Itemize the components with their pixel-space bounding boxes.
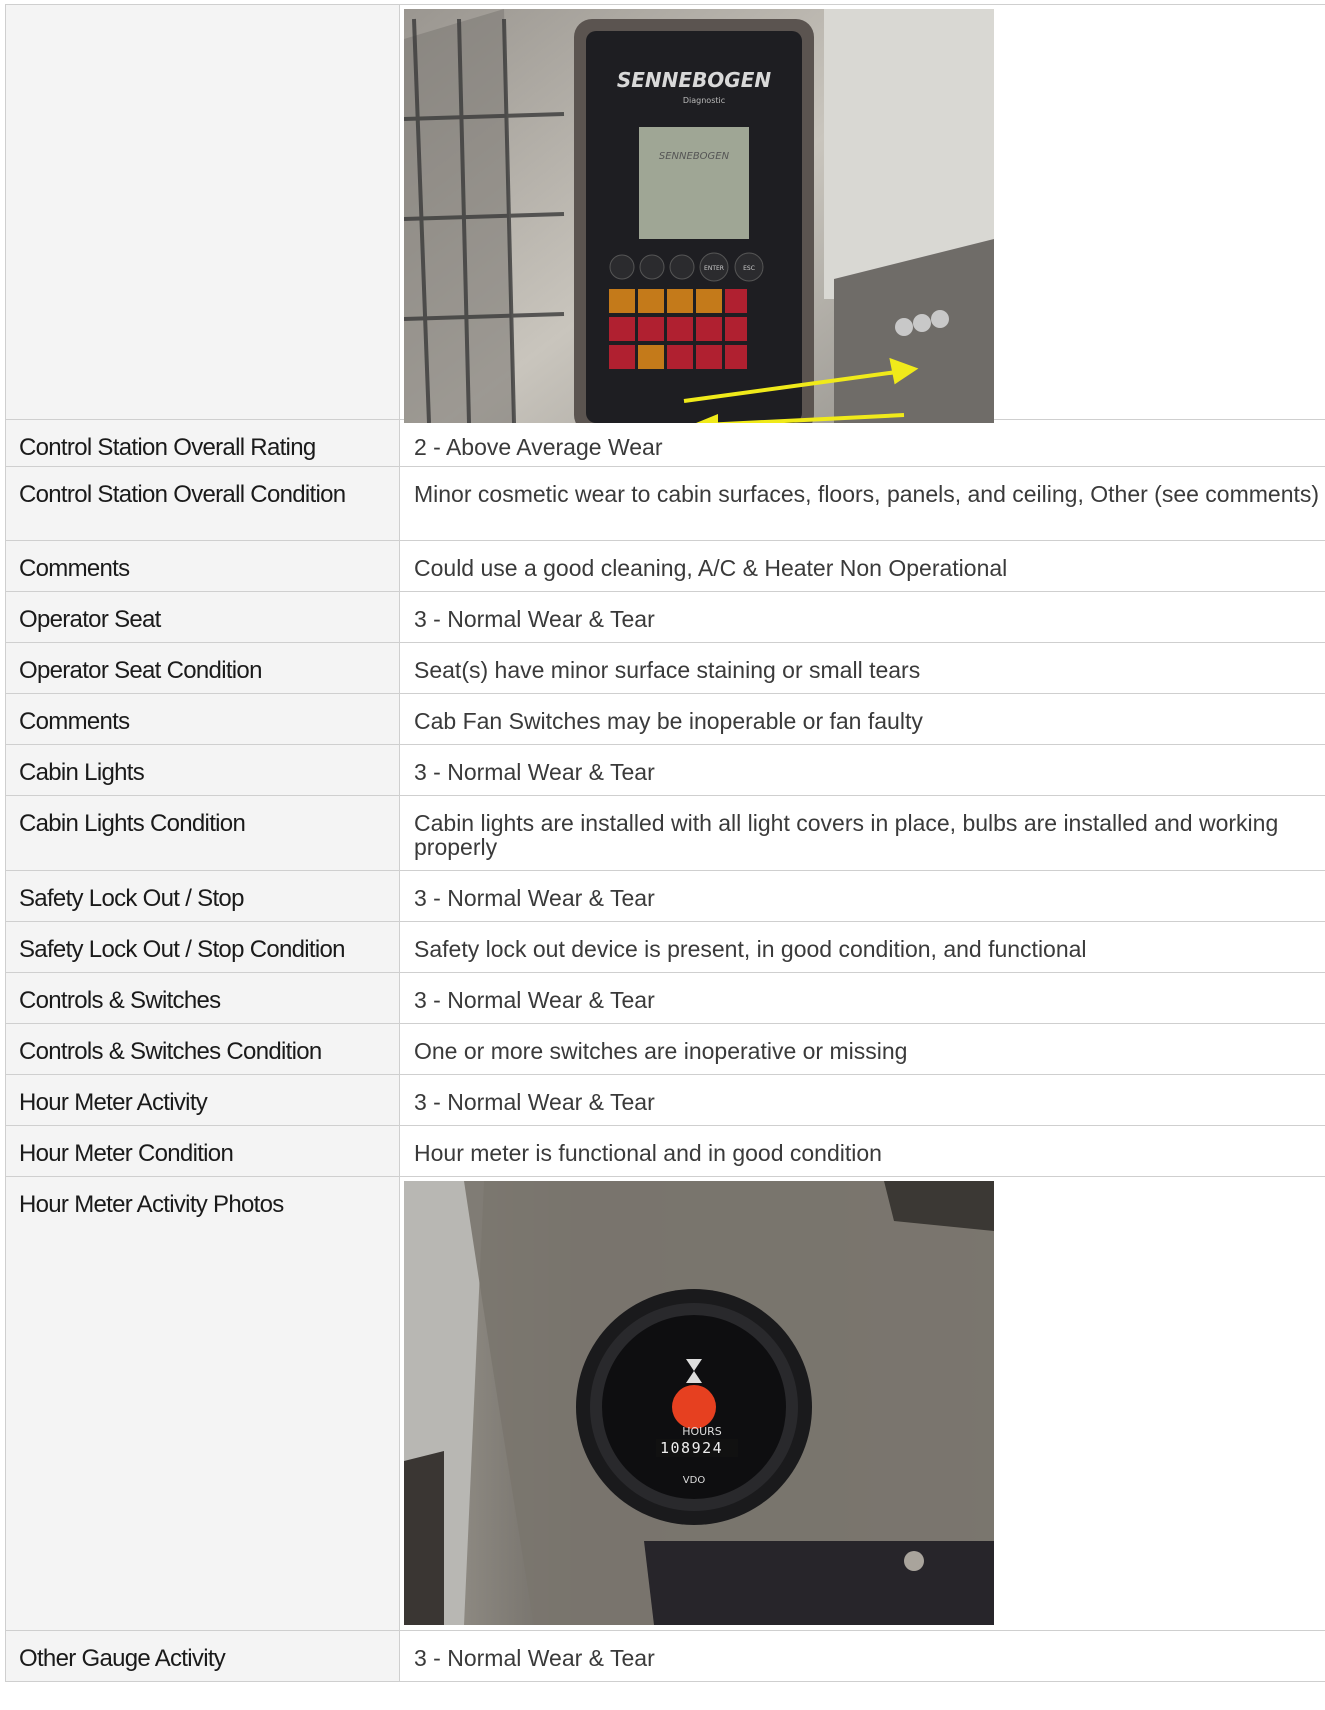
row-label: Cabin Lights [5, 745, 400, 795]
row-label: Hour Meter Condition [5, 1126, 400, 1176]
table-row: Cabin Lights Condition Cabin lights are … [5, 796, 1325, 871]
row-label: Hour Meter Activity [5, 1075, 400, 1125]
table-row: Control Station Overall Condition Minor … [5, 467, 1325, 541]
row-value: Could use a good cleaning, A/C & Heater … [414, 555, 1008, 581]
table-row: Cabin Lights 3 - Normal Wear & Tear [5, 745, 1325, 796]
row-value: Seat(s) have minor surface staining or s… [414, 657, 921, 683]
table-row: Controls & Switches Condition One or mor… [5, 1024, 1325, 1075]
row-photo: SENNEBOGEN Diagnostic SENNEBOGEN ENTER E… [400, 5, 1325, 423]
panel-brand: SENNEBOGEN [617, 68, 772, 92]
table-row: Controls & Switches 3 - Normal Wear & Te… [5, 973, 1325, 1024]
row-label: Other Gauge Activity [5, 1631, 400, 1681]
table-row: Safety Lock Out / Stop 3 - Normal Wear &… [5, 871, 1325, 922]
row-value: Cabin lights are installed with all ligh… [414, 810, 1279, 860]
row-label: Cabin Lights Condition [5, 796, 400, 870]
row-value: Safety lock out device is present, in go… [414, 936, 1087, 962]
row-label: Comments [5, 541, 400, 591]
table-row: Comments Cab Fan Switches may be inopera… [5, 694, 1325, 745]
row-label: Comments [5, 694, 400, 744]
table-row: Hour Meter Activity 3 - Normal Wear & Te… [5, 1075, 1325, 1126]
row-label: Control Station Overall Condition [5, 467, 400, 540]
meter-hours-label: HOURS [682, 1425, 722, 1438]
row-value: Hour meter is functional and in good con… [414, 1140, 882, 1166]
meter-brand: VDO [683, 1475, 706, 1486]
hour-meter-photo[interactable]: HOURS 108924 VDO [404, 1181, 994, 1625]
table-row: SENNEBOGEN Diagnostic SENNEBOGEN ENTER E… [5, 5, 1325, 423]
row-value: 3 - Normal Wear & Tear [414, 885, 655, 911]
row-value: Minor cosmetic wear to cabin surfaces, f… [414, 481, 1320, 507]
led-grid [609, 289, 747, 369]
table-row: Hour Meter Activity Photos HOURS 108924 … [5, 1177, 1325, 1631]
row-label: Controls & Switches [5, 973, 400, 1023]
esc-key-label: ESC [743, 265, 755, 272]
row-value: Cab Fan Switches may be inoperable or fa… [414, 708, 923, 734]
row-value: 3 - Normal Wear & Tear [414, 1089, 655, 1115]
row-label: Safety Lock Out / Stop [5, 871, 400, 921]
meter-digits: 108924 [660, 1439, 723, 1457]
inspection-table: SENNEBOGEN Diagnostic SENNEBOGEN ENTER E… [5, 4, 1325, 1682]
row-label: Safety Lock Out / Stop Condition [5, 922, 400, 972]
display-panel-photo[interactable]: SENNEBOGEN Diagnostic SENNEBOGEN ENTER E… [404, 0, 994, 423]
row-label: Hour Meter Activity Photos [5, 1177, 400, 1630]
screen-brand: SENNEBOGEN [659, 151, 730, 162]
enter-key-label: ENTER [704, 265, 724, 272]
row-value: 3 - Normal Wear & Tear [414, 759, 655, 785]
row-label: Control Station Overall Rating [5, 420, 400, 466]
table-row: Other Gauge Activity 3 - Normal Wear & T… [5, 1631, 1325, 1682]
table-row: Hour Meter Condition Hour meter is funct… [5, 1126, 1325, 1177]
row-value: 3 - Normal Wear & Tear [414, 606, 655, 632]
row-value: 3 - Normal Wear & Tear [414, 987, 655, 1013]
row-value: 3 - Normal Wear & Tear [414, 1645, 655, 1671]
table-row: Comments Could use a good cleaning, A/C … [5, 541, 1325, 592]
row-photo: HOURS 108924 VDO [400, 1177, 1325, 1630]
row-label: Controls & Switches Condition [5, 1024, 400, 1074]
panel-subbrand: Diagnostic [683, 96, 725, 105]
table-row: Operator Seat Condition Seat(s) have min… [5, 643, 1325, 694]
table-row: Operator Seat 3 - Normal Wear & Tear [5, 592, 1325, 643]
row-label: Operator Seat [5, 592, 400, 642]
row-label: Operator Seat Condition [5, 643, 400, 693]
table-row: Safety Lock Out / Stop Condition Safety … [5, 922, 1325, 973]
table-row: Control Station Overall Rating 2 - Above… [5, 420, 1325, 467]
row-label [5, 5, 400, 419]
row-value: 2 - Above Average Wear [414, 434, 663, 460]
row-value: One or more switches are inoperative or … [414, 1038, 908, 1064]
